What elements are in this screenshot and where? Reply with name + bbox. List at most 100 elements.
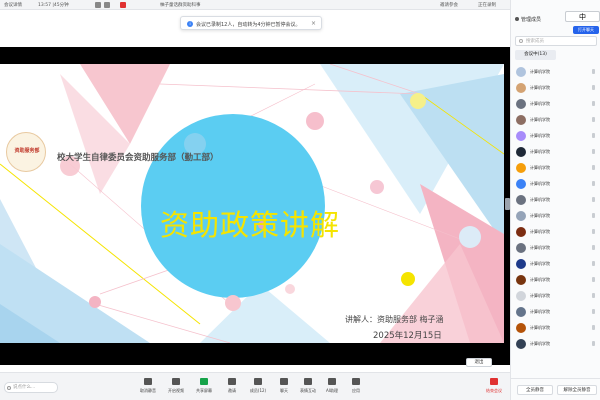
leave-icon xyxy=(490,378,498,385)
record-icon[interactable] xyxy=(120,2,126,8)
avatar xyxy=(516,291,526,301)
microphone-icon xyxy=(592,261,595,266)
participant-row[interactable]: 计算机学院 xyxy=(511,96,600,112)
participant-name: 计算机学院 xyxy=(530,149,550,154)
participant-row[interactable]: 计算机学院 xyxy=(511,320,600,336)
recording-label: 正在录制 xyxy=(478,3,496,8)
notification-banner: i 会议已录制12人，自动转为4分钟已暂停会议。 × xyxy=(180,16,322,30)
notification-text: 会议已录制12人，自动转为4分钟已暂停会议。 xyxy=(196,22,301,28)
end-meeting-label: 结束会议 xyxy=(486,388,502,393)
participant-row[interactable]: 计算机学院 xyxy=(511,80,600,96)
microphone-icon xyxy=(592,69,595,74)
member-tabs: 会议中(13) xyxy=(515,50,597,60)
microphone-icon xyxy=(592,245,595,250)
ai-assistant-button[interactable]: AI助理 xyxy=(320,378,344,398)
invite-button[interactable]: 邀请 xyxy=(220,378,244,398)
presentation-slide: 资助服务部 校大学生自律委员会资助服务部（勤工部） 资助政策讲解 讲解人：资助服… xyxy=(0,64,504,343)
meeting-title: 柚子童话群资助科事 xyxy=(160,3,201,8)
participant-row[interactable]: 计算机学院 xyxy=(511,176,600,192)
microphone-icon xyxy=(592,197,595,202)
invite-link[interactable]: 邀请参会 xyxy=(440,2,458,8)
invite-label: 邀请 xyxy=(228,388,236,393)
participant-name: 计算机学院 xyxy=(530,165,550,170)
share-screen-button[interactable]: 共享屏幕 xyxy=(192,378,216,398)
participant-row[interactable]: 计算机学院 xyxy=(511,192,600,208)
share-screen-icon xyxy=(200,378,208,385)
participant-name: 计算机学院 xyxy=(530,213,550,218)
search-placeholder: 搜索成员 xyxy=(526,39,544,44)
participant-name: 计算机学院 xyxy=(530,293,550,298)
share-label: 共享屏幕 xyxy=(196,388,212,393)
chat-placeholder: 说点什么... xyxy=(13,385,36,390)
participant-name: 计算机学院 xyxy=(530,229,550,234)
avatar xyxy=(516,195,526,205)
participant-row[interactable]: 计算机学院 xyxy=(511,240,600,256)
mute-all-button[interactable]: 全员静音 xyxy=(517,385,553,395)
open-chat-button[interactable]: 打开聊天 xyxy=(573,26,599,34)
participant-name: 计算机学院 xyxy=(530,133,550,138)
participant-name: 计算机学院 xyxy=(530,181,550,186)
close-icon[interactable]: × xyxy=(311,20,316,27)
end-meeting-button[interactable]: 结束会议 xyxy=(482,378,506,398)
microphone-icon xyxy=(592,165,595,170)
member-search-input[interactable]: 搜索成员 xyxy=(515,36,597,46)
microphone-icon xyxy=(592,293,595,298)
info-icon: i xyxy=(187,21,193,27)
video-button[interactable]: 开启视频 xyxy=(164,378,188,398)
chat-input[interactable]: 说点什么... xyxy=(4,382,58,393)
tab-in-meeting[interactable]: 会议中(13) xyxy=(515,50,556,60)
bottom-toolbar: 说点什么... 取消静音 开启视频 共享屏幕 邀请 成员(12) 聊天 表情互动… xyxy=(0,372,510,400)
organization-title: 校大学生自律委员会资助服务部（勤工部） xyxy=(57,153,219,163)
participant-row[interactable]: 计算机学院 xyxy=(511,224,600,240)
microphone-icon xyxy=(592,213,595,218)
avatar xyxy=(516,323,526,333)
participant-row[interactable]: 计算机学院 xyxy=(511,208,600,224)
unmute-all-button[interactable]: 解除全员静音 xyxy=(557,385,597,395)
sidebar-title: 管理成员 xyxy=(521,17,542,23)
microphone-icon xyxy=(592,341,595,346)
video-label: 开启视频 xyxy=(168,388,184,393)
chat-button[interactable]: 聊天 xyxy=(272,378,296,398)
apps-button[interactable]: 应用 xyxy=(344,378,368,398)
app-label[interactable]: 会议详情 xyxy=(4,2,22,8)
logo-text: 资助服务部 xyxy=(14,148,40,154)
members-sidebar: 管理成员 搜索成员 会议中(13) 计算机学院 计算机学院 计算机学院 计算机学院 计算… xyxy=(510,0,600,400)
input-method-indicator[interactable]: 中 xyxy=(565,11,600,22)
reactions-button[interactable]: 表情互动 xyxy=(296,378,320,398)
microphone-icon xyxy=(592,181,595,186)
participant-row[interactable]: 计算机学院 xyxy=(511,112,600,128)
participant-row[interactable]: 计算机学院 xyxy=(511,64,600,80)
speaker-line: 讲解人：资助服务部 梅子涵 xyxy=(345,315,444,324)
microphone-icon xyxy=(144,378,152,385)
reactions-label: 表情互动 xyxy=(300,388,316,393)
members-icon xyxy=(515,17,519,21)
presentation-date: 2025年12月15日 xyxy=(373,331,442,341)
microphone-icon xyxy=(592,309,595,314)
participant-row[interactable]: 计算机学院 xyxy=(511,160,600,176)
tab-other[interactable] xyxy=(556,50,597,60)
shared-screen-stage: 资助服务部 校大学生自律委员会资助服务部（勤工部） 资助政策讲解 讲解人：资助服… xyxy=(0,47,510,365)
members-button[interactable]: 成员(12) xyxy=(246,378,270,398)
meeting-app: 会议详情 13:57 |45分钟 柚子童话群资助科事 邀请参会 正在录制 i 会… xyxy=(0,0,600,400)
microphone-icon xyxy=(592,101,595,106)
participant-row[interactable]: 计算机学院 xyxy=(511,144,600,160)
cloud-icon xyxy=(104,2,110,8)
members-label: 成员(12) xyxy=(249,388,267,393)
apps-label: 应用 xyxy=(352,388,360,393)
participant-name: 计算机学院 xyxy=(530,117,550,122)
participant-name: 计算机学院 xyxy=(530,309,550,314)
participant-name: 计算机学院 xyxy=(530,261,550,266)
participant-row[interactable]: 计算机学院 xyxy=(511,336,600,352)
participant-row[interactable]: 计算机学院 xyxy=(511,272,600,288)
avatar xyxy=(516,67,526,77)
top-bar: 会议详情 13:57 |45分钟 柚子童话群资助科事 邀请参会 正在录制 xyxy=(0,0,510,10)
participant-row[interactable]: 计算机学院 xyxy=(511,288,600,304)
avatar xyxy=(516,131,526,141)
apps-icon xyxy=(352,378,360,385)
participant-row[interactable]: 计算机学院 xyxy=(511,128,600,144)
avatar xyxy=(516,275,526,285)
exit-fullscreen-chip[interactable]: 退出 xyxy=(466,358,492,367)
participant-row[interactable]: 计算机学院 xyxy=(511,256,600,272)
participant-row[interactable]: 计算机学院 xyxy=(511,304,600,320)
mute-button[interactable]: 取消静音 xyxy=(136,378,160,398)
